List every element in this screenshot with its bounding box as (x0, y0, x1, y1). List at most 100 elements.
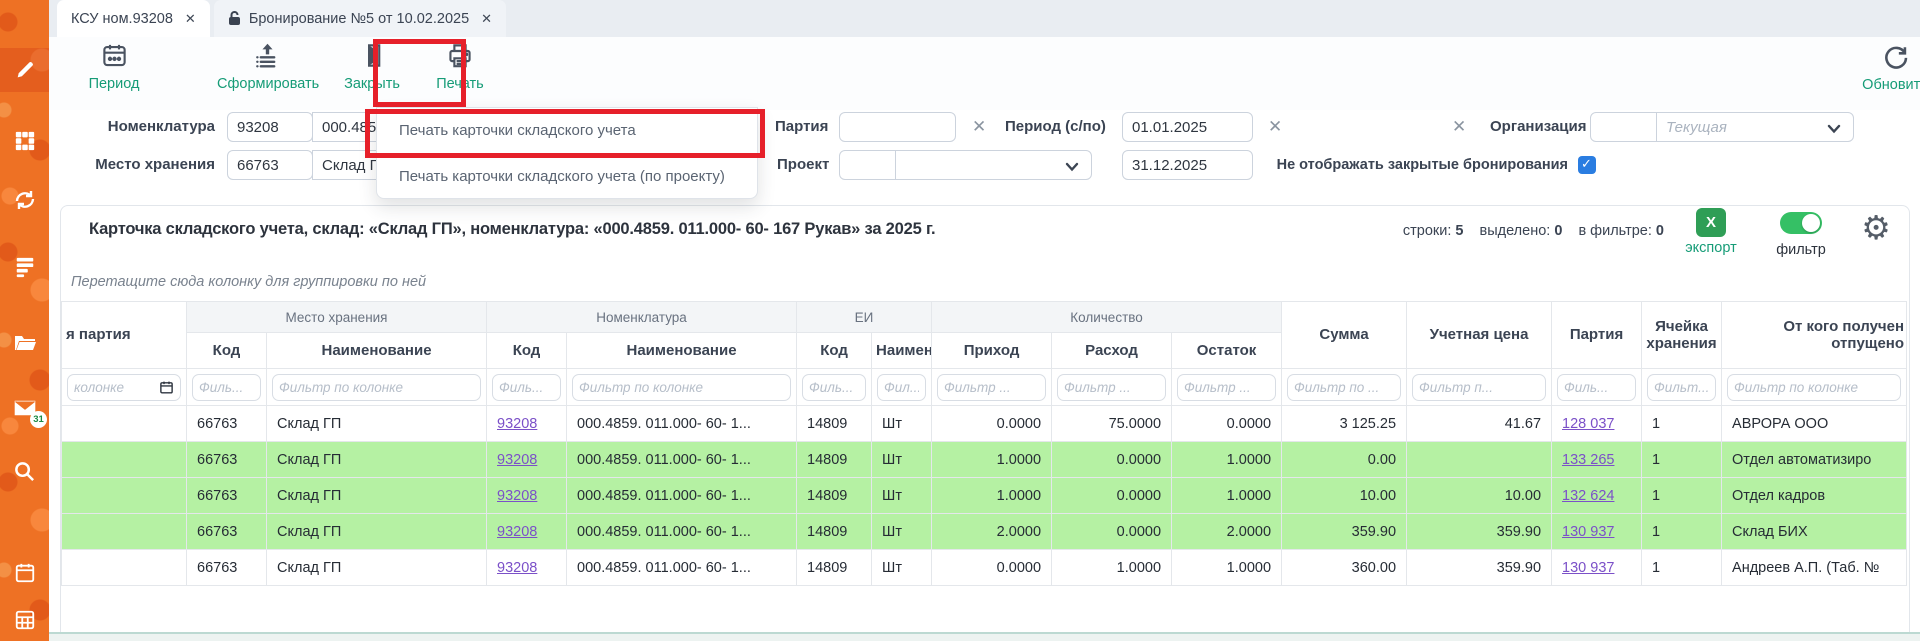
column-group-header[interactable]: Номенклатура (487, 302, 797, 333)
table-cell: 1 (1642, 550, 1722, 586)
column-header[interactable]: Код (187, 333, 267, 369)
nomenclature-code-input[interactable] (227, 112, 313, 142)
menu-item-print-card-project[interactable]: Печать карточки складского учета (по про… (377, 153, 757, 198)
table-row[interactable]: 66763Склад ГП93208000.4859. 011.000- 60-… (62, 478, 1907, 514)
export-label: экспорт (1676, 240, 1746, 256)
column-filter-input[interactable] (1294, 380, 1394, 395)
edit-icon[interactable] (0, 48, 49, 92)
column-header[interactable]: Код (797, 333, 872, 369)
menu-item-print-card[interactable]: Печать карточки складского учета (377, 108, 757, 153)
organization-select[interactable] (1656, 112, 1854, 142)
clear-org-icon[interactable]: ✕ (1452, 112, 1466, 142)
refresh-button[interactable]: Обновить (1845, 42, 1920, 93)
close-icon[interactable]: ✕ (185, 11, 196, 27)
table-row[interactable]: 66763Склад ГП93208000.4859. 011.000- 60-… (62, 442, 1907, 478)
column-filter-input[interactable] (1654, 380, 1709, 395)
period-from-input[interactable] (1122, 112, 1253, 142)
column-header[interactable]: Остаток (1172, 333, 1282, 369)
table-cell: 1.0000 (932, 442, 1052, 478)
calendar-icon[interactable] (0, 551, 49, 595)
column-group-header[interactable]: Количество (932, 302, 1282, 333)
table-row[interactable]: 66763Склад ГП93208000.4859. 011.000- 60-… (62, 406, 1907, 442)
column-filter-input[interactable] (279, 380, 474, 395)
column-header[interactable]: Партия (1552, 302, 1642, 369)
tab-ksu[interactable]: КСУ ном.93208 ✕ (57, 0, 210, 37)
export-button[interactable]: X экспорт (1676, 208, 1746, 256)
column-header[interactable]: Код (487, 333, 567, 369)
period-to-input[interactable] (1122, 150, 1253, 180)
toggle-on-icon[interactable] (1780, 212, 1822, 234)
column-filter-input[interactable] (74, 380, 156, 395)
batch-input[interactable] (839, 112, 956, 142)
search-icon[interactable] (0, 449, 49, 493)
table-row[interactable]: 66763Склад ГП93208000.4859. 011.000- 60-… (62, 514, 1907, 550)
apps-grid-icon[interactable] (0, 119, 49, 163)
batch-link[interactable]: 133 265 (1562, 452, 1614, 468)
clear-period-icon[interactable]: ✕ (1268, 112, 1282, 142)
column-filter-input[interactable] (499, 380, 554, 395)
nomenclature-link[interactable]: 93208 (497, 488, 537, 504)
folder-icon[interactable] (0, 321, 49, 365)
table-cell: 93208 (487, 406, 567, 442)
gear-icon[interactable]: ⚙ (1856, 208, 1896, 248)
table-icon[interactable] (0, 598, 49, 641)
refresh-label: Обновить (1845, 77, 1920, 93)
column-header[interactable]: От кого получен отпущено (1722, 302, 1907, 369)
print-queue-icon[interactable] (0, 245, 49, 289)
column-filter-input[interactable] (579, 380, 784, 395)
batch-link[interactable]: 132 624 (1562, 488, 1614, 504)
hide-closed-label: Не отображать закрытые бронирования (1270, 150, 1568, 180)
table-cell: Шт (872, 478, 932, 514)
clear-batch-icon[interactable]: ✕ (972, 112, 986, 142)
column-header[interactable]: Наименование (567, 333, 797, 369)
column-group-header[interactable]: Место хранения (187, 302, 487, 333)
batch-link[interactable]: 128 037 (1562, 416, 1614, 432)
batch-link[interactable]: 130 937 (1562, 560, 1614, 576)
close-icon[interactable]: ✕ (481, 11, 492, 27)
column-header[interactable]: Наименование (267, 333, 487, 369)
column-header[interactable]: Учетная цена (1407, 302, 1552, 369)
print-button[interactable]: Печать (410, 42, 510, 92)
close-card-button[interactable]: Закрыть (322, 42, 422, 92)
column-filter-input[interactable] (199, 380, 254, 395)
hide-closed-checkbox[interactable] (1578, 156, 1596, 174)
generate-button[interactable]: Сформировать (217, 42, 317, 92)
table-cell: 359.90 (1407, 514, 1552, 550)
calendar-icon (159, 380, 174, 395)
mail-icon[interactable]: 31 (0, 386, 49, 430)
nomenclature-link[interactable]: 93208 (497, 560, 537, 576)
column-header[interactable]: я партия (62, 302, 187, 369)
nomenclature-link[interactable]: 93208 (497, 452, 537, 468)
column-filter-input[interactable] (944, 380, 1039, 395)
project-select[interactable] (895, 150, 1092, 180)
column-header[interactable]: Наимено (872, 333, 932, 369)
project-code-input[interactable] (839, 150, 896, 180)
filter-toggle[interactable]: фильтр (1761, 212, 1841, 258)
column-header[interactable]: Ячейка хранения (1642, 302, 1722, 369)
organization-code-input[interactable] (1590, 112, 1657, 142)
table-row[interactable]: 66763Склад ГП93208000.4859. 011.000- 60-… (62, 550, 1907, 586)
batch-link[interactable]: 130 937 (1562, 524, 1614, 540)
table-cell: Шт (872, 442, 932, 478)
column-filter-input[interactable] (1184, 380, 1269, 395)
column-header[interactable]: Приход (932, 333, 1052, 369)
period-button[interactable]: Период (64, 42, 164, 92)
nomenclature-link[interactable]: 93208 (497, 416, 537, 432)
table-cell: 66763 (187, 478, 267, 514)
nomenclature-link[interactable]: 93208 (497, 524, 537, 540)
column-filter-input[interactable] (1564, 380, 1629, 395)
column-header[interactable]: Расход (1052, 333, 1172, 369)
tab-bar: КСУ ном.93208 ✕ Бронирование №5 от 10.02… (49, 0, 1920, 37)
tab-booking[interactable]: Бронирование №5 от 10.02.2025 ✕ (214, 0, 506, 37)
storage-code-input[interactable] (227, 150, 313, 180)
sync-icon[interactable] (0, 178, 49, 222)
column-filter-input[interactable] (884, 380, 919, 395)
column-filter-input[interactable] (1064, 380, 1159, 395)
column-group-header[interactable]: ЕИ (797, 302, 932, 333)
column-header[interactable]: Сумма (1282, 302, 1407, 369)
column-filter-input[interactable] (1734, 380, 1894, 395)
column-filter-input[interactable] (1419, 380, 1539, 395)
table-cell: 41.67 (1407, 406, 1552, 442)
column-filter-input[interactable] (809, 380, 859, 395)
nomenclature-label: Номенклатура (90, 112, 215, 142)
